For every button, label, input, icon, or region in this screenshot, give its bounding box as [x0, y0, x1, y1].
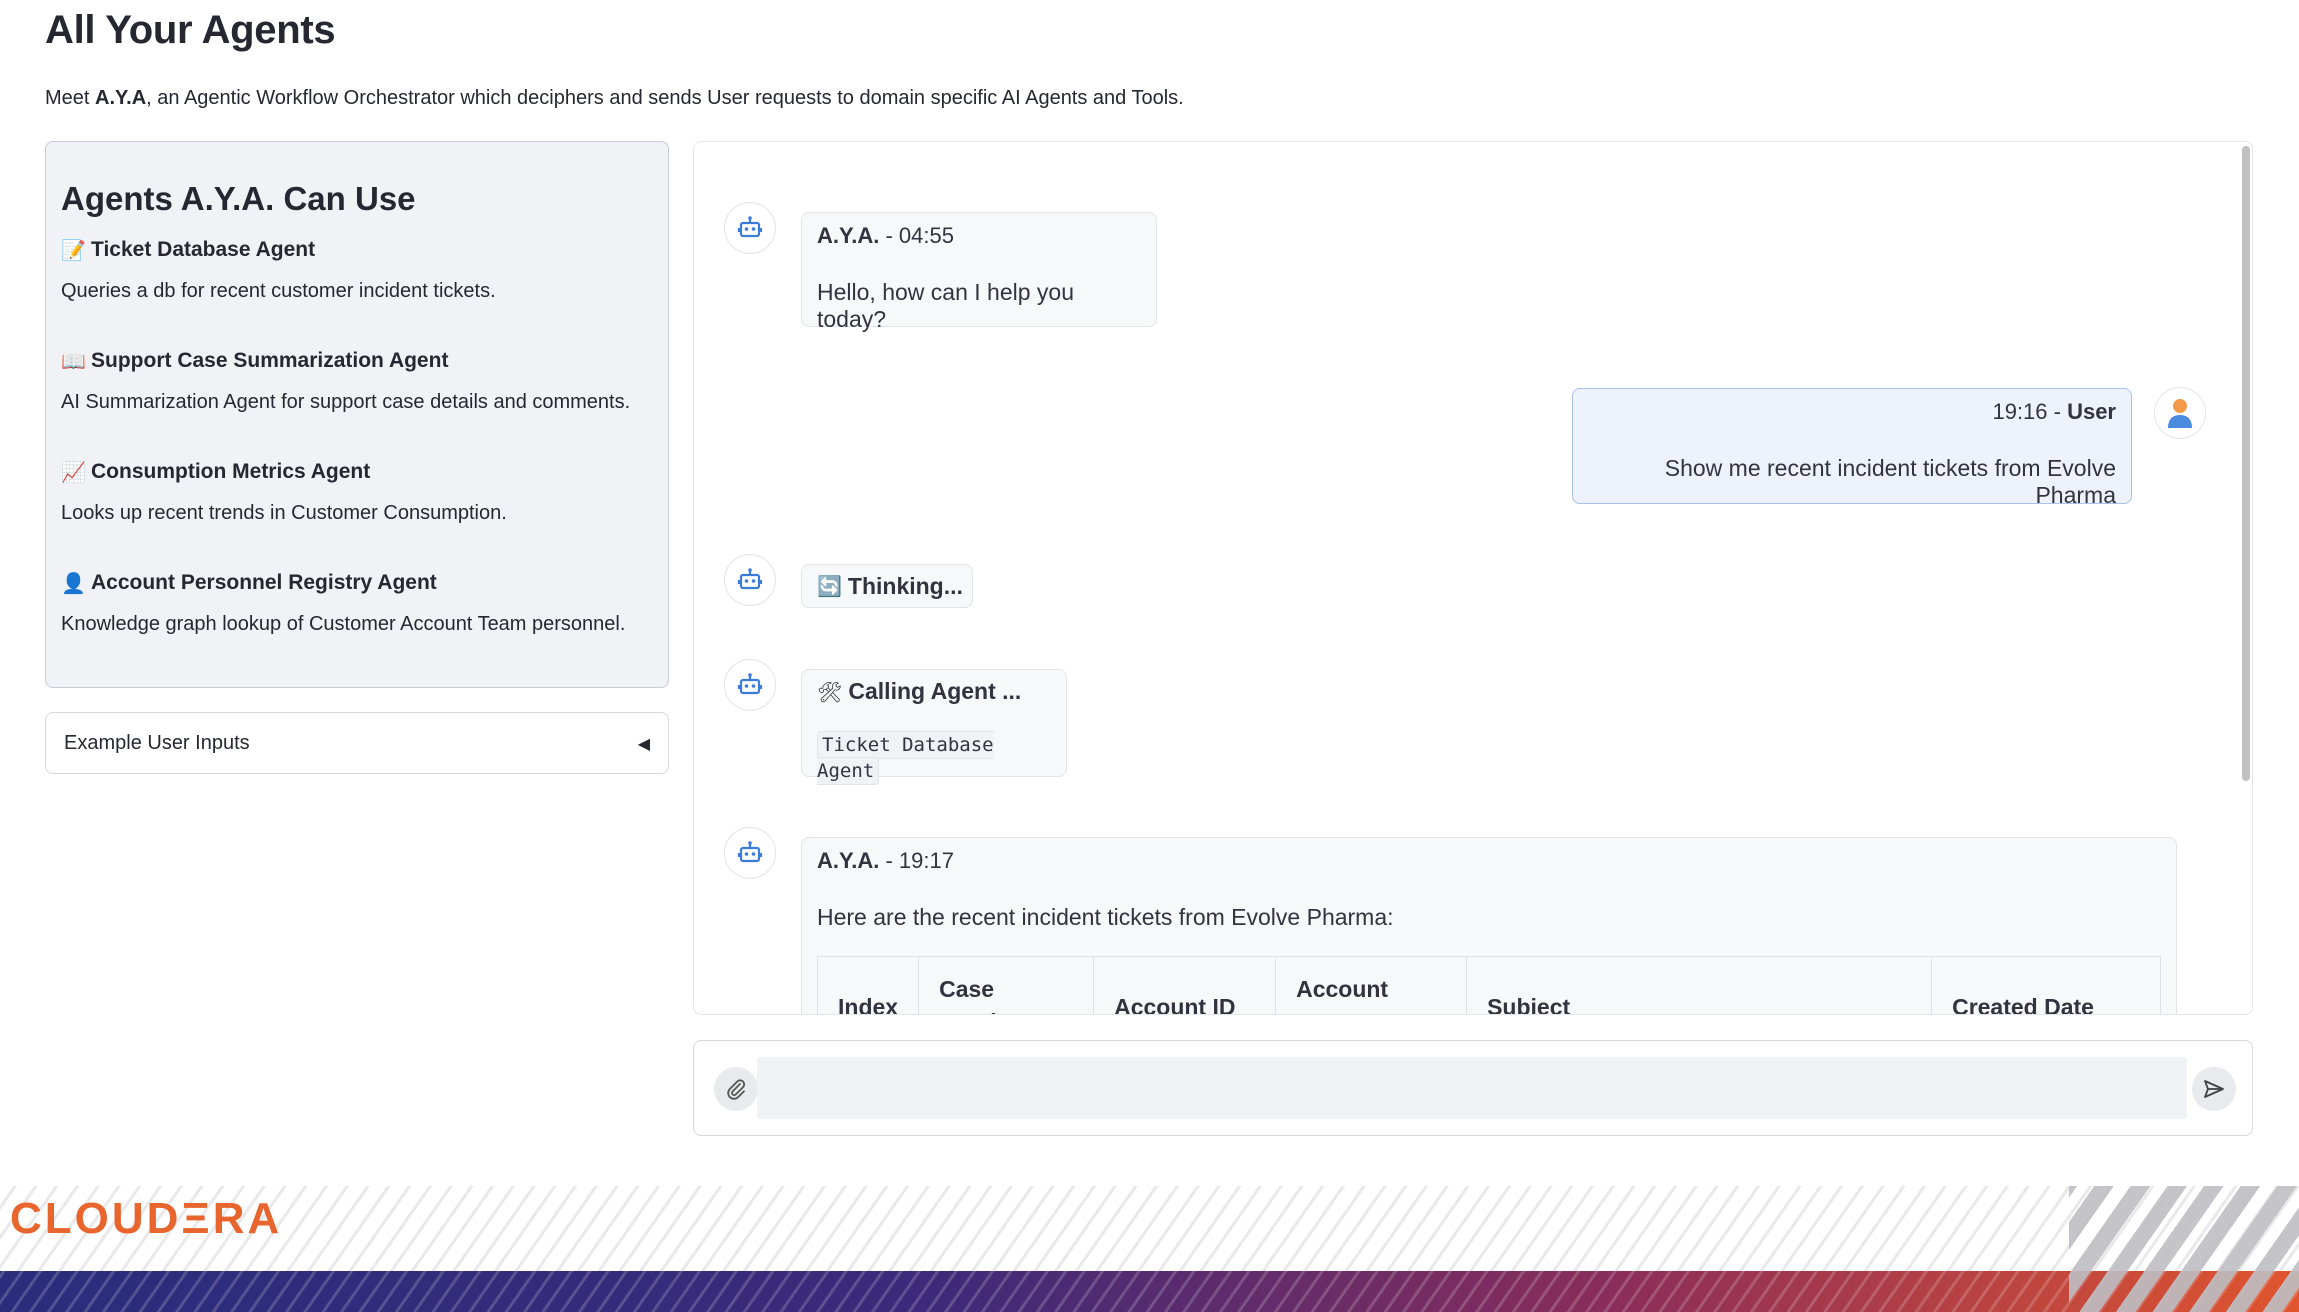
agent-description: Knowledge graph lookup of Customer Accou… — [61, 613, 626, 635]
column-header-subject[interactable]: Subject — [1466, 956, 1933, 1014]
agents-panel-title: Agents A.Y.A. Can Use — [61, 180, 416, 217]
robot-icon — [737, 216, 763, 238]
footer-stripes — [0, 1186, 2299, 1271]
chat-input[interactable] — [757, 1057, 2187, 1119]
page-description: Meet A.Y.A, an Agentic Workflow Orchestr… — [45, 87, 1184, 110]
robot-icon — [737, 673, 763, 695]
bot-message-table: A.Y.A. - 19:17 Here are the recent incid… — [801, 837, 2177, 1014]
message-text: Show me recent incident tickets from Evo… — [1664, 455, 2116, 508]
calling-agent-label: Calling Agent ... — [848, 678, 1022, 704]
page-title: All Your Agents — [45, 8, 336, 52]
user-avatar — [2154, 387, 2206, 439]
sender-name: User — [2067, 399, 2116, 424]
message-time: - 19:17 — [879, 848, 954, 873]
agent-code-row: Ticket Database Agent — [817, 731, 1051, 785]
robot-icon — [737, 841, 763, 863]
message-header: A.Y.A. - 19:17 — [817, 848, 2161, 874]
column-header-account-id[interactable]: Account ID — [1093, 956, 1277, 1014]
column-header-case-number[interactable]: Case Number — [918, 956, 1095, 1014]
user-message: 19:16 - User Show me recent incident tic… — [1572, 388, 2132, 508]
tickets-table: Index Case Number Account ID Account Nam… — [816, 956, 2161, 1014]
bot-avatar — [724, 202, 776, 254]
tools-icon: 🛠 — [817, 679, 843, 704]
agent-name-row: 📝 Ticket Database Agent — [61, 232, 653, 268]
person-icon: 👤 — [61, 571, 86, 595]
calling-agent-header: 🛠 Calling Agent ... — [817, 678, 1051, 705]
agent-description: AI Summarization Agent for support case … — [61, 391, 631, 413]
send-icon — [2204, 1080, 2224, 1098]
footer-bar-stripes — [0, 1271, 2299, 1312]
chat-scrollbar-thumb[interactable] — [2242, 146, 2250, 781]
agent-name: Consumption Metrics Agent — [91, 460, 371, 483]
sender-name: A.Y.A. — [817, 848, 880, 873]
agent-name-row: 📈 Consumption Metrics Agent — [61, 454, 653, 490]
message-header: 19:16 - User — [1588, 399, 2116, 425]
thinking-message: 🔄 Thinking... — [801, 564, 973, 608]
agent-name: Ticket Database Agent — [91, 238, 316, 261]
agent-description: Looks up recent trends in Customer Consu… — [61, 502, 507, 524]
agent-name-row: 👤 Account Personnel Registry Agent — [61, 565, 653, 601]
bot-avatar — [724, 554, 776, 606]
column-header-index[interactable]: Index — [816, 956, 920, 1014]
desc-prefix: Meet — [45, 87, 96, 109]
cloudera-logo: CLOUDΞRA — [10, 1194, 283, 1243]
agent-support-case-summarization: 📖 Support Case Summarization Agent AI Sum… — [61, 343, 653, 454]
message-header: A.Y.A. - 04:55 — [817, 223, 1141, 249]
agent-name: Support Case Summarization Agent — [91, 349, 449, 372]
chart-increasing-icon: 📈 — [61, 460, 86, 484]
column-header-created-date[interactable]: Created Date — [1931, 956, 2161, 1014]
agent-description: Queries a db for recent customer inciden… — [61, 280, 496, 302]
desc-bold: A.Y.A — [95, 87, 147, 109]
message-time: - 04:55 — [879, 223, 954, 248]
robot-icon — [737, 568, 763, 590]
sender-name: A.Y.A. — [817, 223, 880, 248]
expander-label: Example User Inputs — [64, 731, 250, 754]
chat-panel[interactable]: A.Y.A. - 04:55 Hello, how can I help you… — [693, 141, 2253, 1015]
chat-input-bar — [693, 1040, 2253, 1136]
agent-ticket-database: 📝 Ticket Database Agent Queries a db for … — [61, 232, 653, 343]
thinking-label: Thinking... — [847, 572, 963, 599]
bot-avatar — [724, 659, 776, 711]
attach-button[interactable] — [714, 1067, 758, 1111]
footer-corner-stripes — [2069, 1186, 2299, 1312]
paperclip-icon — [727, 1079, 746, 1100]
send-button[interactable] — [2192, 1067, 2236, 1111]
column-header-account-name[interactable]: Account Name — [1275, 956, 1468, 1014]
table-header-row: Index Case Number Account ID Account Nam… — [816, 956, 2161, 1014]
memo-icon: 📝 — [61, 238, 86, 262]
calling-agent-message: 🛠 Calling Agent ... Ticket Database Agen… — [801, 669, 1067, 785]
agent-name-row: 📖 Support Case Summarization Agent — [61, 343, 653, 379]
message-text: Here are the recent incident tickets fro… — [817, 904, 1394, 930]
message-text: Hello, how can I help you today? — [817, 279, 1074, 332]
book-icon: 📖 — [61, 349, 86, 373]
desc-suffix: , an Agentic Workflow Orchestrator which… — [146, 87, 1184, 109]
user-icon — [2168, 399, 2192, 428]
message-time: 19:16 - — [1992, 399, 2068, 424]
example-user-inputs-expander[interactable]: Example User Inputs ◀ — [45, 712, 669, 774]
bot-avatar — [724, 827, 776, 879]
agent-account-personnel-registry: 👤 Account Personnel Registry Agent Knowle… — [61, 565, 653, 651]
agent-code-chip: Ticket Database Agent — [817, 731, 994, 785]
agents-panel: Agents A.Y.A. Can Use 📝 Ticket Database A… — [45, 141, 669, 688]
refresh-icon: 🔄 — [817, 574, 842, 598]
chat-scrollbar[interactable] — [2240, 146, 2250, 1008]
agent-consumption-metrics: 📈 Consumption Metrics Agent Looks up rece… — [61, 454, 653, 565]
agent-name: Account Personnel Registry Agent — [91, 571, 437, 594]
footer-banner: CLOUDΞRA — [0, 1186, 2299, 1312]
bot-message: A.Y.A. - 04:55 Hello, how can I help you… — [801, 212, 1157, 332]
caret-left-icon: ◀ — [637, 733, 650, 753]
